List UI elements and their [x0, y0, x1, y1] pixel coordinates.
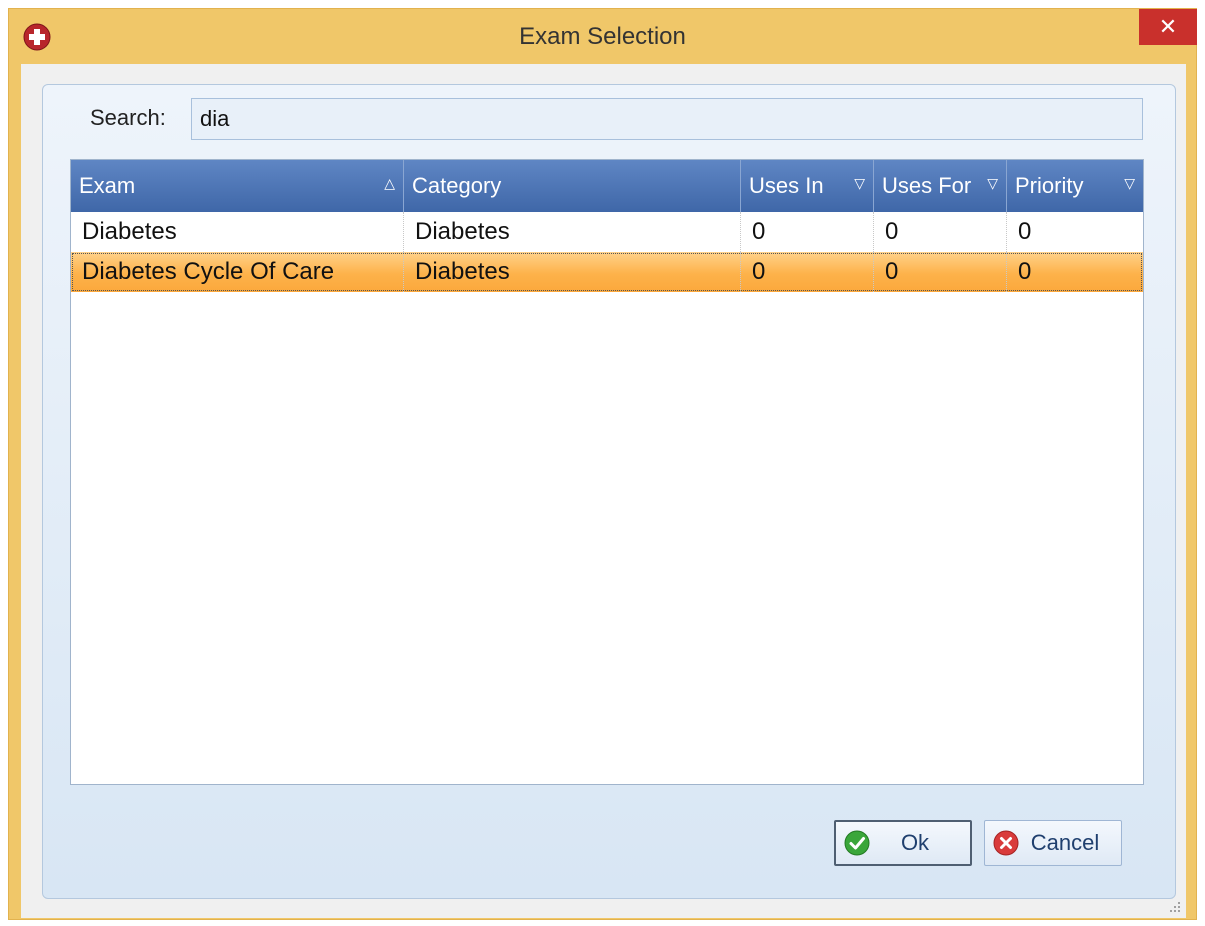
cell-category: Diabetes [404, 212, 741, 252]
ok-button-label: Ok [900, 830, 930, 855]
column-header-uses-for[interactable]: Uses For ▽ [874, 160, 1007, 212]
search-label: Search: [90, 105, 166, 130]
column-header-category[interactable]: Category [404, 160, 741, 212]
cell-category: Diabetes [404, 252, 741, 292]
filter-icon[interactable]: ▽ [987, 175, 998, 192]
table-row[interactable]: Diabetes Diabetes 0 0 0 [71, 212, 1143, 252]
dialog-window: Exam Selection ✕ Search: Exam △ Category [8, 8, 1197, 920]
table-row-selected[interactable]: Diabetes Cycle Of Care Diabetes 0 0 0 [71, 252, 1143, 292]
filter-icon[interactable]: ▽ [854, 175, 865, 192]
column-header-priority[interactable]: Priority ▽ [1007, 160, 1143, 212]
cell-priority: 0 [1018, 218, 1032, 245]
dialog-client-area: Search: Exam △ Category Uses In ▽ [21, 64, 1186, 918]
cancel-button-label: Cancel [1030, 830, 1100, 855]
search-input[interactable] [191, 98, 1143, 140]
cell-priority: 0 [1018, 258, 1032, 285]
exam-grid: Exam △ Category Uses In ▽ Uses For ▽ Pri… [70, 159, 1144, 785]
filter-icon[interactable]: ▽ [1124, 175, 1135, 192]
cancel-button[interactable]: Cancel [984, 820, 1122, 866]
check-icon [844, 830, 870, 856]
cell-exam: Diabetes Cycle Of Care [71, 252, 404, 292]
window-title: Exam Selection [519, 23, 686, 50]
cell-exam: Diabetes [71, 212, 404, 252]
resize-grip-icon[interactable] [1168, 900, 1182, 914]
ok-button[interactable]: Ok [834, 820, 972, 866]
sort-ascending-icon: △ [384, 175, 395, 191]
content-panel: Search: Exam △ Category Uses In ▽ [42, 84, 1176, 899]
title-bar[interactable]: Exam Selection ✕ [9, 9, 1197, 63]
cell-uses-in: 0 [741, 252, 874, 292]
cell-uses-in: 0 [741, 212, 874, 252]
column-header-uses-in[interactable]: Uses In ▽ [741, 160, 874, 212]
cancel-icon [993, 830, 1019, 856]
cell-uses-for: 0 [874, 212, 1007, 252]
grid-header: Exam △ Category Uses In ▽ Uses For ▽ Pri… [71, 160, 1143, 212]
close-icon: ✕ [1158, 14, 1178, 39]
close-button[interactable]: ✕ [1139, 9, 1197, 45]
cell-uses-for: 0 [874, 252, 1007, 292]
column-header-exam[interactable]: Exam △ [71, 160, 404, 212]
